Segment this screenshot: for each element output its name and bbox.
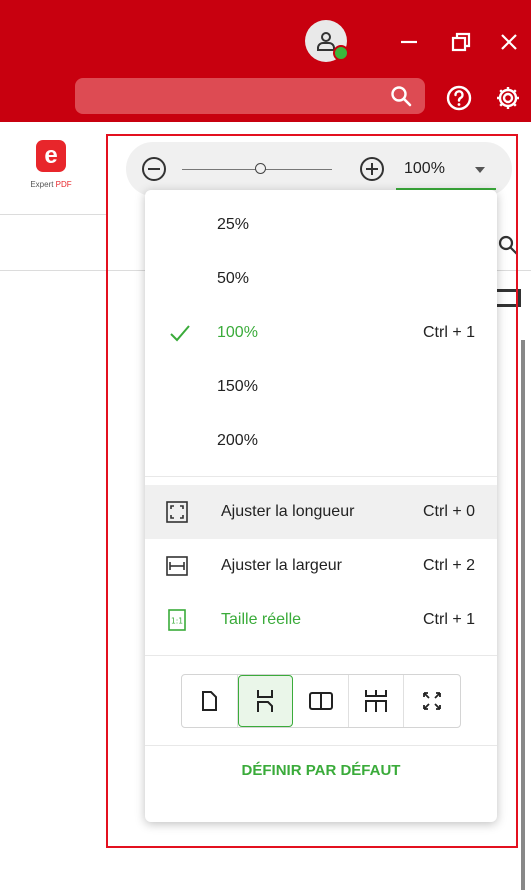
scrollbar[interactable] — [521, 340, 525, 890]
restore-button[interactable] — [446, 27, 476, 57]
help-icon[interactable] — [444, 83, 474, 113]
minimize-button[interactable] — [394, 27, 424, 57]
search-icon[interactable] — [389, 84, 413, 108]
settings-gear-icon[interactable] — [493, 83, 523, 113]
search-box[interactable] — [75, 78, 425, 114]
online-status-dot — [333, 45, 349, 61]
toolbar-divider — [0, 214, 106, 215]
highlight-outline — [106, 134, 518, 848]
app-logo: e Expert PDF — [22, 140, 80, 189]
logo-text: Expert PDF — [30, 180, 72, 189]
close-icon — [501, 34, 517, 50]
logo-mark: e — [36, 140, 66, 172]
minimize-icon — [401, 40, 417, 44]
close-button[interactable] — [494, 27, 524, 57]
title-bar — [0, 0, 531, 122]
user-avatar[interactable] — [305, 20, 349, 62]
restore-icon — [451, 32, 471, 52]
